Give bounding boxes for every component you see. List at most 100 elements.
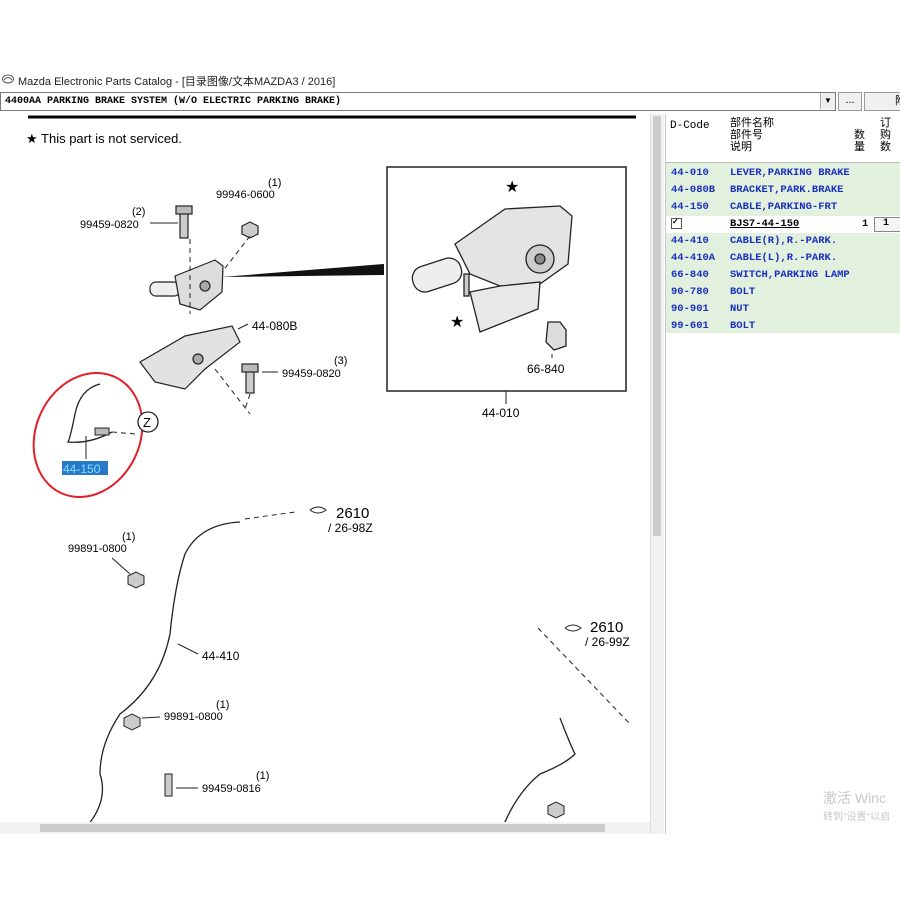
parts-diagram[interactable]: ★ This part is not serviced. (1) 99946-0… (0, 114, 650, 834)
leader-99891-b (141, 716, 161, 719)
window-title: Mazda Electronic Parts Catalog - [目录图像/文… (18, 76, 336, 88)
part-name: CABLE,PARKING-FRT (730, 201, 838, 213)
parts-row[interactable]: 44-410 CABLE(R),R.-PARK. (666, 233, 900, 250)
parts-row[interactable]: 44-010 LEVER,PARKING BRAKE (666, 165, 900, 182)
bottom-blank-area (0, 834, 900, 900)
part-code: 90-901 (671, 303, 709, 315)
app-icon (2, 74, 14, 84)
rear-cable-drawing (79, 521, 576, 834)
vertical-scroll-thumb[interactable] (653, 116, 661, 536)
part-name: BRACKET,PARK.BRAKE (730, 184, 844, 196)
label-99459-0820-a: 99459-0820 (80, 219, 139, 231)
diagram-canvas: ★ This part is not serviced. (1) 99946-0… (26, 115, 636, 834)
parts-row-selected[interactable]: ✓ BJS7-44-150 1 1 (666, 216, 900, 233)
part-name: BOLT (730, 286, 756, 298)
header-order-2: 购 (880, 130, 891, 142)
parts-row[interactable]: 44-150 CABLE,PARKING-FRT (666, 199, 900, 216)
detail-pointer (222, 264, 384, 277)
order-qty-field[interactable]: 1 (874, 217, 900, 232)
highlight-circle (32, 371, 144, 499)
browse-button[interactable]: ... (838, 92, 862, 111)
nut-drawing-b (123, 713, 141, 731)
part-name: CABLE(R),R.-PARK. (730, 235, 838, 247)
section-select[interactable]: 4400AA PARKING BRAKE SYSTEM (W/O ELECTRI… (0, 92, 836, 111)
activation-watermark: 激活 Winc (823, 790, 886, 806)
label-z: Z (143, 415, 151, 430)
label-99459-0820-b: 99459-0820 (282, 368, 341, 380)
header-order-3: 数 (880, 142, 891, 154)
part-code: 44-410A (671, 252, 716, 264)
label-99891-0800-a: 99891-0800 (68, 543, 127, 555)
part-name: LEVER,PARKING BRAKE (730, 167, 850, 179)
parts-row[interactable]: 90-780 BOLT (666, 284, 900, 301)
not-serviced-note: ★ This part is not serviced. (26, 131, 182, 146)
row-checkbox[interactable]: ✓ (671, 218, 682, 229)
ref-2610-a: 2610 (336, 505, 369, 522)
label-99459-qty-a: (2) (132, 206, 145, 218)
label-99946-qty: (1) (268, 177, 281, 189)
search-button[interactable]: 附 (864, 92, 900, 111)
nut-drawing-c (547, 801, 565, 819)
parts-list-body: 44-010 LEVER,PARKING BRAKE 44-080B BRACK… (666, 163, 900, 333)
label-44-150[interactable]: 44-150 (63, 462, 101, 476)
ref-connector-b (564, 624, 582, 632)
ref-connector-a (309, 506, 327, 514)
toolbar: 4400AA PARKING BRAKE SYSTEM (W/O ELECTRI… (0, 91, 900, 112)
bolt-drawing-c (164, 773, 173, 797)
detail-star-top: ★ (505, 179, 519, 196)
header-order-1[interactable]: 订 (880, 118, 891, 130)
title-bar: Mazda Electronic Parts Catalog - [目录图像/文… (0, 70, 900, 90)
part-name: BOLT (730, 320, 756, 332)
label-99459-qty-b: (3) (334, 355, 347, 367)
parts-row[interactable]: 44-410A CABLE(L),R.-PARK. (666, 250, 900, 267)
label-99891-qty-b: (1) (216, 699, 229, 711)
parts-list-panel: D-Code 部件名称 部件号 说明 数 量 订 购 数 44-010 LEVE… (665, 114, 900, 834)
label-44-410: 44-410 (202, 649, 240, 663)
part-number: BJS7-44-150 (730, 218, 800, 230)
label-66-840: 66-840 (527, 362, 565, 376)
label-99891-qty-a: (1) (122, 531, 135, 543)
leader-44-410 (177, 643, 199, 655)
ref-26-99z: / 26-99Z (585, 635, 630, 649)
part-qty: 1 (862, 218, 869, 230)
part-code: 44-010 (671, 167, 709, 179)
cable-clip (94, 427, 110, 436)
label-99459-qty-c: (1) (256, 770, 269, 782)
header-qty-2: 量 (854, 142, 865, 154)
detail-star-bottom: ★ (450, 314, 464, 331)
part-code: 99-601 (671, 320, 709, 332)
part-code: 66-840 (671, 269, 709, 281)
header-qty-1[interactable]: 数 (854, 130, 865, 142)
part-code: 44-080B (671, 184, 716, 196)
part-name: CABLE(L),R.-PARK. (730, 252, 838, 264)
header-name-2: 部件号 (730, 130, 763, 142)
label-99459-0816: 99459-0816 (202, 783, 261, 795)
label-44-010: 44-010 (482, 406, 520, 420)
header-dcode[interactable]: D-Code (670, 120, 710, 132)
parts-list-header: D-Code 部件名称 部件号 说明 数 量 订 购 数 (666, 114, 900, 163)
activation-watermark-sub: 转到"设置"以启 (823, 812, 891, 823)
part-code: 44-150 (671, 201, 709, 213)
part-code: 44-410 (671, 235, 709, 247)
chevron-down-icon[interactable]: ▼ (820, 93, 835, 109)
nut-drawing-a (127, 571, 145, 589)
part-name: SWITCH,PARKING LAMP (730, 269, 850, 281)
rear-leader-lines (244, 511, 631, 725)
horizontal-scroll-thumb[interactable] (40, 824, 605, 832)
label-44-080b: 44-080B (252, 319, 297, 333)
parts-row[interactable]: 90-901 NUT (666, 301, 900, 318)
header-name-3: 说明 (730, 142, 752, 154)
ref-26-98z: / 26-98Z (328, 521, 373, 535)
label-99946-0600: 99946-0600 (216, 189, 275, 201)
lever-assembly-drawing (139, 205, 259, 394)
label-99891-0800-b: 99891-0800 (164, 711, 223, 723)
parts-row[interactable]: 99-601 BOLT (666, 318, 900, 335)
diagram-vertical-scrollbar[interactable] (650, 114, 664, 834)
diagram-horizontal-scrollbar[interactable] (0, 822, 650, 834)
ref-2610-b: 2610 (590, 619, 623, 636)
parts-row[interactable]: 66-840 SWITCH,PARKING LAMP (666, 267, 900, 284)
part-name: NUT (730, 303, 749, 315)
header-name-1[interactable]: 部件名称 (730, 118, 774, 130)
section-select-value: 4400AA PARKING BRAKE SYSTEM (W/O ELECTRI… (5, 96, 342, 107)
parts-row[interactable]: 44-080B BRACKET,PARK.BRAKE (666, 182, 900, 199)
